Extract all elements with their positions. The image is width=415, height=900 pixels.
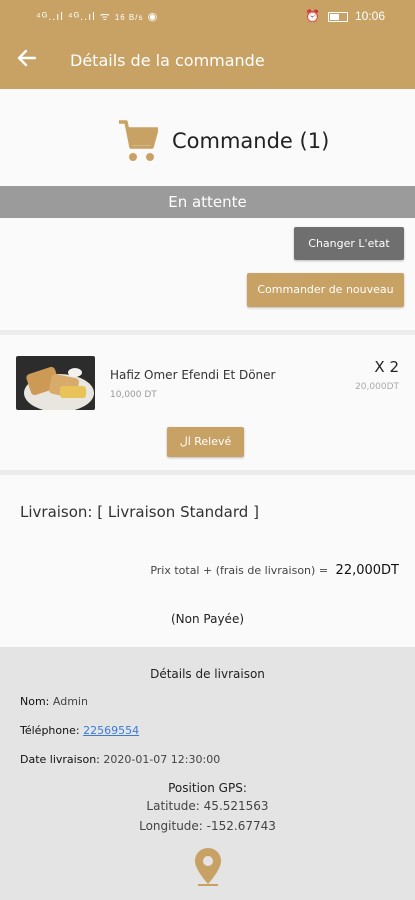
phone-label: Téléphone: [20,724,80,737]
total-label: Prix total + (frais de livraison) = [150,564,329,577]
total-row: Prix total + (frais de livraison) = 22,0… [150,563,399,578]
name-row: Nom: Admin [20,695,88,708]
location-pin-icon[interactable] [194,847,222,887]
phone-row: Téléphone: 22569554 [20,724,139,737]
product-image [16,356,95,410]
product-name: Hafiz Omer Efendi Et Döner [110,368,276,382]
total-amount: 22,000DT [335,563,399,578]
whatsapp-icon: ◉ [147,11,159,23]
order-status-strip: En attente [0,186,415,218]
clock: 10:06 [354,9,385,23]
status-bar: ⁴ᴳ..ıl ⁴ᴳ..ıl ᯤ 16 B/s ◉ ⏰ 10:06 [0,0,415,34]
status-right: ⏰ 10:06 [305,9,385,23]
delivery-details-panel: Détails de livraison Nom: Admin Téléphon… [0,647,415,900]
arrow-left-icon[interactable] [16,47,38,74]
date-label: Date livraison: [20,753,100,766]
delivery-mode: Livraison: [ Livraison Standard ] [20,503,259,521]
divider [0,470,415,475]
name-value: Admin [52,695,88,708]
gps-latitude: Latitude: 45.521563 [146,799,269,813]
page-title: Détails de la commande [70,51,265,70]
payment-status: (Non Payée) [170,612,245,626]
product-unit-price: 10,000 DT [110,390,157,400]
divider [0,330,415,335]
gps-longitude: Longitude: -152.67743 [139,819,276,833]
product-line-total: 20,000DT [355,382,399,392]
order-header: Commande (1) [0,115,415,170]
phone-link[interactable]: 22569554 [83,724,139,737]
network-speed: 16 B/s [114,13,144,22]
gps-title: Position GPS: [168,781,247,795]
battery-icon [327,11,348,22]
signal-indicators: ⁴ᴳ..ıl ⁴ᴳ..ıl ᯤ 16 B/s ◉ [36,9,158,24]
cart-icon [119,120,158,161]
order-label: Commande (1) [172,129,330,153]
reorder-button[interactable]: Commander de nouveau [247,273,404,307]
receipt-button[interactable]: ال Relevé [167,427,244,457]
alarm-icon: ⏰ [305,9,321,23]
product-quantity: X 2 [374,358,399,376]
name-label: Nom: [20,695,50,708]
app-bar: Détails de la commande [0,34,415,89]
change-state-button[interactable]: Changer L'etat [294,227,404,260]
signal-text: ⁴ᴳ..ıl ⁴ᴳ..ıl ᯤ [36,11,111,23]
date-value: 2020-01-07 12:30:00 [103,753,221,766]
details-title: Détails de livraison [150,667,265,681]
date-row: Date livraison: 2020-01-07 12:30:00 [20,753,220,766]
